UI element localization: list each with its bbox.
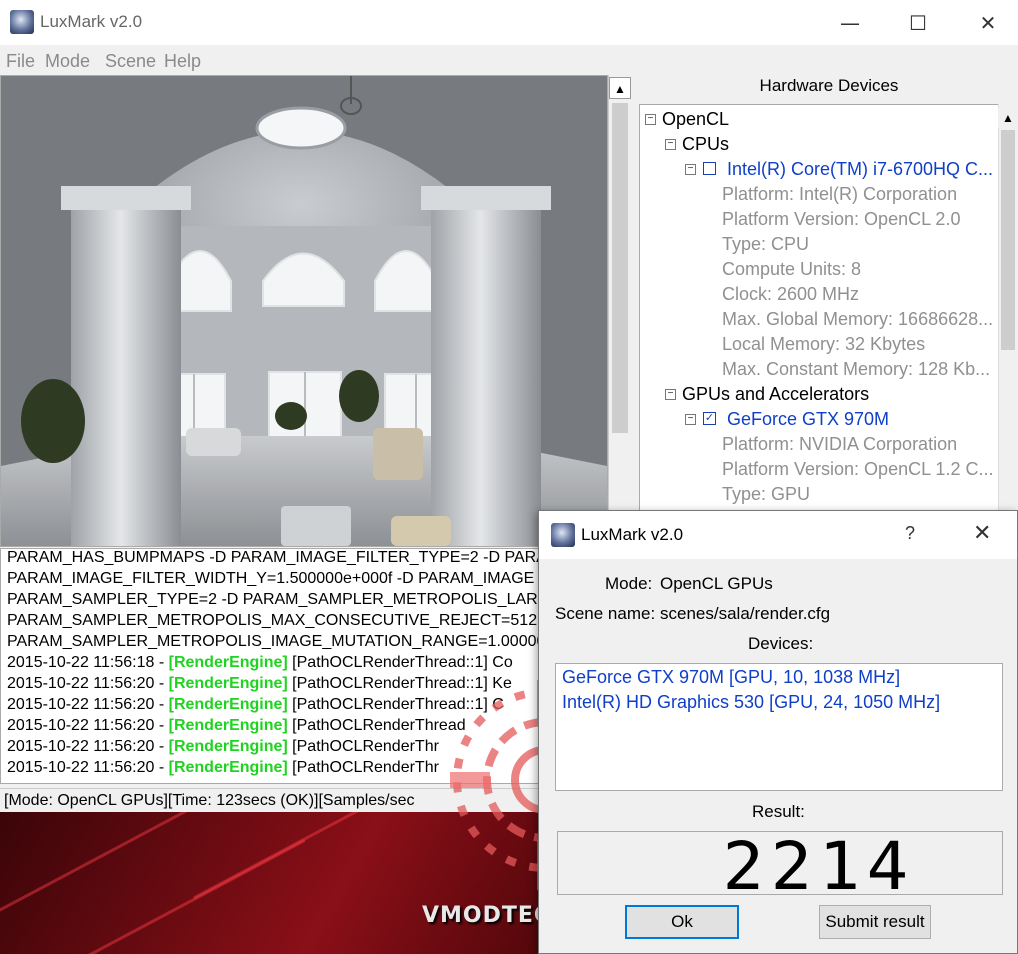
result-value: 2214 bbox=[722, 828, 915, 905]
log-line: PARAM_SAMPLER_TYPE=2 -D PARAM_SAMPLER_ME… bbox=[7, 591, 540, 608]
collapse-icon[interactable]: − bbox=[665, 389, 676, 400]
submit-result-button[interactable]: Submit result bbox=[819, 905, 931, 939]
tree-node-cpu-device[interactable]: Intel(R) Core(TM) i7-6700HQ C... bbox=[727, 159, 993, 180]
dialog-devices-list[interactable]: GeForce GTX 970M [GPU, 10, 1038 MHz] Int… bbox=[555, 663, 1003, 791]
window-title: LuxMark v2.0 bbox=[40, 12, 143, 31]
menu-mode[interactable]: Mode bbox=[45, 51, 90, 72]
close-button[interactable]: ✕ bbox=[973, 8, 1003, 38]
tree-node-cpu-platform-version: Platform Version: OpenCL 2.0 bbox=[722, 209, 961, 229]
devices-scrollbar[interactable]: ▲ bbox=[998, 104, 1018, 524]
tree-node-cpu-clock: Clock: 2600 MHz bbox=[722, 284, 860, 304]
log-line: 2015-10-22 11:56:20 - [RenderEngine] [Pa… bbox=[7, 675, 512, 692]
tree-node-cpu-global-memory: Max. Global Memory: 16686628... bbox=[722, 309, 994, 329]
tree-node-gpu-type: Type: GPU bbox=[722, 484, 811, 504]
tree-node-cpu-type: Type: CPU bbox=[722, 234, 810, 254]
render-view-scrollbar[interactable]: ▲ bbox=[608, 75, 632, 547]
menu-help[interactable]: Help bbox=[164, 51, 201, 72]
log-line: 2015-10-22 11:56:18 - [RenderEngine] [Pa… bbox=[7, 654, 513, 671]
log-line: PARAM_SAMPLER_METROPOLIS_MAX_CONSECUTIVE… bbox=[7, 612, 540, 629]
tree-node-opencl[interactable]: OpenCL bbox=[662, 109, 729, 130]
collapse-icon[interactable]: − bbox=[665, 139, 676, 150]
collapse-icon[interactable]: − bbox=[685, 414, 696, 425]
render-view[interactable] bbox=[0, 75, 608, 547]
scroll-up-arrow-icon[interactable]: ▲ bbox=[609, 77, 631, 99]
hardware-devices-tree[interactable]: − OpenCL − CPUs − Intel(R) Core(TM) i7-6… bbox=[639, 104, 1001, 524]
help-icon[interactable]: ? bbox=[905, 523, 915, 544]
tree-node-cpu-local-memory: Local Memory: 32 Kbytes bbox=[722, 334, 926, 354]
result-display: 2214 bbox=[557, 828, 1003, 905]
mode-value: OpenCL GPUs bbox=[660, 574, 773, 593]
log-line: 2015-10-22 11:56:20 - [RenderEngine] [Pa… bbox=[7, 738, 439, 755]
devices-label: Devices: bbox=[748, 634, 814, 653]
gpu-device-checkbox[interactable]: ✓ bbox=[703, 412, 716, 425]
tree-node-gpus[interactable]: GPUs and Accelerators bbox=[682, 384, 869, 405]
scroll-up-arrow-icon[interactable]: ▲ bbox=[998, 108, 1018, 128]
tree-node-cpu-platform: Platform: Intel(R) Corporation bbox=[722, 184, 958, 204]
menu-file[interactable]: File bbox=[6, 51, 35, 72]
tree-node-cpus[interactable]: CPUs bbox=[682, 134, 729, 155]
tree-node-cpu-compute-units: Compute Units: 8 bbox=[722, 259, 862, 279]
collapse-icon[interactable]: − bbox=[685, 164, 696, 175]
title-bar[interactable]: LuxMark v2.0 — ☐ ✕ bbox=[0, 0, 1018, 45]
render-scroll-thumb[interactable] bbox=[612, 103, 628, 433]
mode-label: Mode: bbox=[605, 574, 653, 593]
scene-name-label: Scene name: bbox=[555, 604, 656, 623]
collapse-icon[interactable]: − bbox=[645, 114, 656, 125]
hardware-devices-header: Hardware Devices bbox=[759, 76, 899, 95]
device-entry: Intel(R) HD Graphics 530 [GPU, 24, 1050 … bbox=[562, 692, 941, 712]
scene-name-value: scenes/sala/render.cfg bbox=[660, 604, 831, 623]
log-line: PARAM_SAMPLER_METROPOLIS_IMAGE_MUTATION_… bbox=[7, 633, 540, 650]
rendered-scene-image bbox=[1, 76, 607, 546]
dialog-title-bar[interactable]: LuxMark v2.0 ? ✕ bbox=[539, 511, 1017, 559]
log-line: 2015-10-22 11:56:20 - [RenderEngine] [Pa… bbox=[7, 696, 504, 713]
result-dialog: LuxMark v2.0 ? ✕ Mode: OpenCL GPUs Scene… bbox=[538, 510, 1018, 954]
menu-bar: File Mode Scene Help bbox=[0, 46, 1018, 74]
cpu-device-checkbox[interactable] bbox=[703, 162, 716, 175]
menu-scene[interactable]: Scene bbox=[105, 51, 156, 72]
tree-node-gpu-platform: Platform: NVIDIA Corporation bbox=[722, 434, 958, 454]
close-icon[interactable]: ✕ bbox=[973, 521, 991, 546]
log-line: 2015-10-22 11:56:20 - [RenderEngine] [Pa… bbox=[7, 759, 439, 776]
dialog-title: LuxMark v2.0 bbox=[581, 525, 684, 544]
log-line: PARAM_HAS_BUMPMAPS -D PARAM_IMAGE_FILTER… bbox=[7, 549, 540, 566]
log-line: PARAM_IMAGE_FILTER_WIDTH_Y=1.500000e+000… bbox=[7, 570, 535, 587]
devices-scroll-thumb[interactable] bbox=[1001, 130, 1015, 350]
log-line: 2015-10-22 11:56:20 - [RenderEngine] [Pa… bbox=[7, 717, 466, 734]
luxmark-app-icon bbox=[10, 10, 34, 34]
maximize-button[interactable]: ☐ bbox=[903, 8, 933, 38]
device-entry: GeForce GTX 970M [GPU, 10, 1038 MHz] bbox=[562, 667, 901, 687]
ok-button[interactable]: Ok bbox=[625, 905, 739, 939]
tree-node-cpu-constant-memory: Max. Constant Memory: 128 Kb... bbox=[722, 359, 991, 379]
result-label: Result: bbox=[752, 802, 805, 821]
tree-node-gpu-platform-version: Platform Version: OpenCL 1.2 C... bbox=[722, 459, 994, 479]
tree-node-gpu-device[interactable]: GeForce GTX 970M bbox=[727, 409, 889, 430]
luxmark-app-icon bbox=[551, 523, 575, 547]
minimize-button[interactable]: — bbox=[835, 8, 865, 38]
